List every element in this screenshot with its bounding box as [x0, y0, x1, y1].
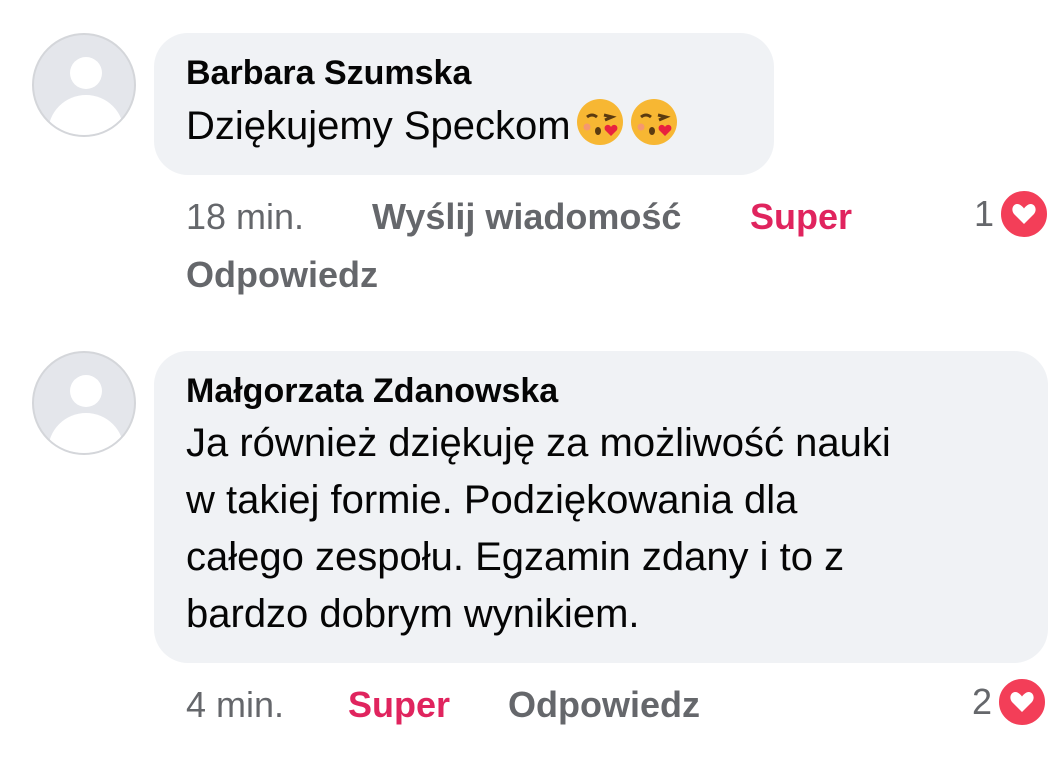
kissing-heart-emoji-icon — [576, 99, 623, 145]
avatar-head — [70, 57, 102, 89]
comment-text-line: Ja również dziękuję za możliwość nauki — [186, 421, 891, 465]
comment-text-line: całego zespołu. Egzamin zdany i to z — [186, 535, 845, 579]
super-reaction-link[interactable]: Super — [348, 684, 450, 726]
heart-icon — [998, 188, 1051, 240]
kissing-heart-emoji-icon — [630, 99, 677, 145]
comment-bubble[interactable]: Małgorzata Zdanowska Ja również dziękuję… — [154, 351, 1048, 663]
super-reaction-link[interactable]: Super — [750, 196, 852, 238]
reply-link[interactable]: Odpowiedz — [508, 684, 700, 726]
comment-text-line: w takiej formie. Podziękowania dla — [186, 478, 798, 522]
send-message-link[interactable]: Wyślij wiadomość — [372, 196, 681, 238]
avatar-shoulders — [48, 95, 124, 135]
comment-author[interactable]: Barbara Szumska — [186, 53, 742, 93]
reply-link[interactable]: Odpowiedz — [186, 254, 378, 296]
reaction-count: 1 — [974, 193, 995, 234]
reaction-count: 2 — [972, 681, 993, 722]
avatar-head — [70, 375, 102, 407]
avatar-shoulders — [48, 413, 124, 453]
comment-bubble[interactable]: Barbara Szumska Dziękujemy Speckom — [154, 33, 774, 175]
avatar[interactable] — [32, 33, 136, 137]
comment-time[interactable]: 18 min. — [186, 196, 304, 238]
reaction-summary[interactable]: 1 — [974, 188, 1051, 240]
avatar[interactable] — [32, 351, 136, 455]
comment-text-line: bardzo dobrym wynikiem. — [186, 592, 640, 636]
comment-text: Dziękujemy Speckom — [186, 97, 742, 155]
comment-text-body: Dziękujemy Speckom — [186, 104, 571, 148]
reaction-summary[interactable]: 2 — [972, 676, 1049, 728]
heart-icon — [996, 676, 1049, 728]
comment-author[interactable]: Małgorzata Zdanowska — [186, 371, 1016, 411]
comment-text: Ja również dziękuję za możliwość nauki w… — [186, 415, 1016, 643]
comment-time[interactable]: 4 min. — [186, 684, 284, 726]
